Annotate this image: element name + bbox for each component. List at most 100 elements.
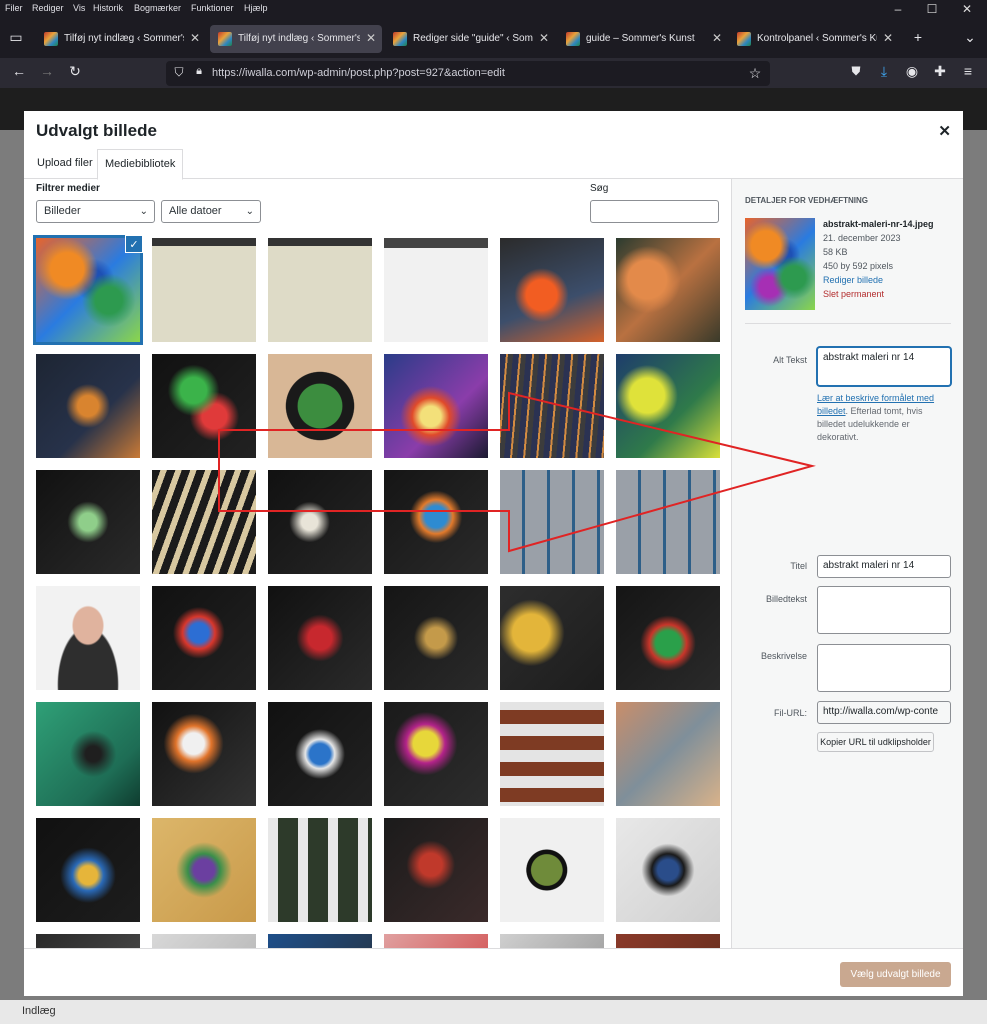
browser-tab[interactable]: Tilføj nyt indlæg ‹ Sommer's Ku ✕ [36, 25, 206, 53]
tab-overview-icon[interactable]: ▭ [5, 29, 27, 46]
new-tab-icon[interactable]: + [907, 29, 929, 45]
alt-text-label: Alt Tekst [773, 355, 807, 365]
caption-field[interactable] [817, 586, 951, 634]
description-field[interactable] [817, 644, 951, 692]
media-thumbnail[interactable] [384, 934, 488, 948]
extensions-icon[interactable]: ✚ [929, 63, 951, 80]
media-thumbnail[interactable] [152, 934, 256, 948]
media-thumbnail[interactable] [152, 586, 256, 690]
attachment-date: 21. december 2023 [823, 233, 901, 243]
media-thumbnail[interactable] [268, 470, 372, 574]
close-tab-icon[interactable]: ✕ [883, 31, 893, 45]
copy-url-button[interactable]: Kopier URL til udklipsholder [817, 732, 934, 752]
media-thumbnail[interactable] [268, 818, 372, 922]
url-bar[interactable]: ⛉ 🔒︎ https://iwalla.com/wp-admin/post.ph… [166, 61, 770, 86]
media-thumbnail[interactable] [616, 818, 720, 922]
menu-view[interactable]: Vis [73, 3, 85, 13]
media-thumbnail[interactable] [500, 702, 604, 806]
tab-upload-files[interactable]: Upload filer [30, 149, 100, 179]
media-thumbnail[interactable] [36, 354, 140, 458]
file-url-field[interactable]: http://iwalla.com/wp-conte [817, 701, 951, 724]
close-tab-icon[interactable]: ✕ [539, 31, 549, 45]
bookmark-star-icon[interactable]: ☆ [744, 65, 766, 82]
browser-tab-active[interactable]: Tilføj nyt indlæg ‹ Sommer's Ku ✕ [210, 25, 382, 53]
media-thumbnail[interactable] [268, 586, 372, 690]
media-thumbnail[interactable] [616, 586, 720, 690]
media-thumbnail[interactable] [384, 818, 488, 922]
tab-title: Tilføj nyt indlæg ‹ Sommer's Ku [64, 33, 184, 44]
title-field[interactable]: abstrakt maleri nr 14 [817, 555, 951, 578]
browser-tab[interactable]: Rediger side "guide" ‹ Sommer' ✕ [385, 25, 555, 53]
chevron-down-icon: ⌄ [139, 206, 148, 217]
modal-close-icon[interactable]: ✕ [938, 122, 951, 140]
back-icon[interactable]: ← [8, 63, 30, 79]
forward-icon[interactable]: → [36, 63, 58, 79]
alt-text-field[interactable]: abstrakt maleri nr 14 [817, 347, 951, 386]
alt-text-help: Lær at beskrive formålet med billedet. E… [817, 392, 951, 444]
media-thumbnail[interactable] [384, 586, 488, 690]
media-thumbnail[interactable] [36, 702, 140, 806]
download-icon[interactable]: ⤓ [873, 63, 895, 80]
media-thumbnail[interactable] [36, 818, 140, 922]
shield-icon[interactable]: ⛉ [168, 65, 190, 80]
date-select[interactable]: Alle datoer ⌄ [161, 200, 261, 223]
checkmark-icon[interactable]: ✓ [125, 235, 143, 253]
menu-edit[interactable]: Rediger [32, 3, 64, 13]
search-input[interactable] [590, 200, 719, 223]
media-thumbnail[interactable] [500, 818, 604, 922]
media-thumbnail[interactable] [616, 702, 720, 806]
media-thumbnail[interactable] [500, 238, 604, 342]
lock-icon[interactable]: 🔒︎ [188, 65, 210, 78]
media-thumbnail[interactable] [152, 354, 256, 458]
media-thumbnail[interactable] [152, 470, 256, 574]
account-icon[interactable]: ◉ [901, 63, 923, 80]
media-thumbnail-selected[interactable]: ✓ [33, 235, 143, 345]
menu-bookmarks[interactable]: Bogmærker [134, 3, 181, 13]
media-thumbnail[interactable] [268, 354, 372, 458]
media-thumbnail[interactable] [500, 354, 604, 458]
window-close-icon[interactable]: ✕ [957, 2, 977, 16]
menu-file[interactable]: Filer [5, 3, 23, 13]
media-thumbnail[interactable] [268, 238, 372, 342]
browser-tab[interactable]: guide – Sommer's Kunst ✕ [558, 25, 728, 53]
delete-permanently-link[interactable]: Slet permanent [823, 289, 884, 299]
select-featured-image-button[interactable]: Vælg udvalgt billede [840, 962, 951, 987]
media-thumbnail[interactable] [616, 354, 720, 458]
media-thumbnail[interactable] [36, 470, 140, 574]
media-thumbnail[interactable] [616, 470, 720, 574]
media-thumbnail[interactable] [384, 354, 488, 458]
media-thumbnail[interactable] [500, 586, 604, 690]
media-thumbnail[interactable] [616, 238, 720, 342]
tab-media-library[interactable]: Mediebibliotek [97, 149, 184, 180]
media-thumbnail[interactable] [36, 934, 140, 948]
app-menu-icon[interactable]: ≡ [957, 63, 979, 79]
media-thumbnail[interactable] [384, 470, 488, 574]
menu-help[interactable]: Hjælp [244, 3, 268, 13]
close-tab-icon[interactable]: ✕ [190, 31, 200, 45]
reload-icon[interactable]: ↻ [64, 63, 86, 80]
search-label: Søg [590, 183, 609, 194]
close-tab-icon[interactable]: ✕ [366, 31, 376, 45]
maximize-icon[interactable]: ☐ [922, 2, 942, 16]
browser-tab[interactable]: Kontrolpanel ‹ Sommer's Kunst ✕ [729, 25, 899, 53]
close-tab-icon[interactable]: ✕ [712, 31, 722, 45]
media-thumbnail[interactable] [268, 702, 372, 806]
caption-label: Billedtekst [765, 594, 807, 604]
media-thumbnail[interactable] [152, 702, 256, 806]
minimize-icon[interactable]: – [888, 2, 908, 16]
media-thumbnail[interactable] [152, 238, 256, 342]
media-thumbnail[interactable] [384, 238, 488, 342]
media-type-select[interactable]: Billeder ⌄ [36, 200, 155, 223]
menu-history[interactable]: Historik [93, 3, 123, 13]
media-thumbnail[interactable] [152, 818, 256, 922]
edit-image-link[interactable]: Rediger billede [823, 275, 883, 285]
pocket-icon[interactable]: ⛊ [845, 64, 867, 79]
media-thumbnail[interactable] [268, 934, 372, 948]
media-thumbnail[interactable] [500, 470, 604, 574]
media-thumbnail[interactable] [616, 934, 720, 948]
tab-list-icon[interactable]: ⌄ [959, 29, 981, 46]
media-thumbnail[interactable] [384, 702, 488, 806]
menu-tools[interactable]: Funktioner [191, 3, 234, 13]
media-thumbnail[interactable] [500, 934, 604, 948]
media-thumbnail[interactable] [36, 586, 140, 690]
